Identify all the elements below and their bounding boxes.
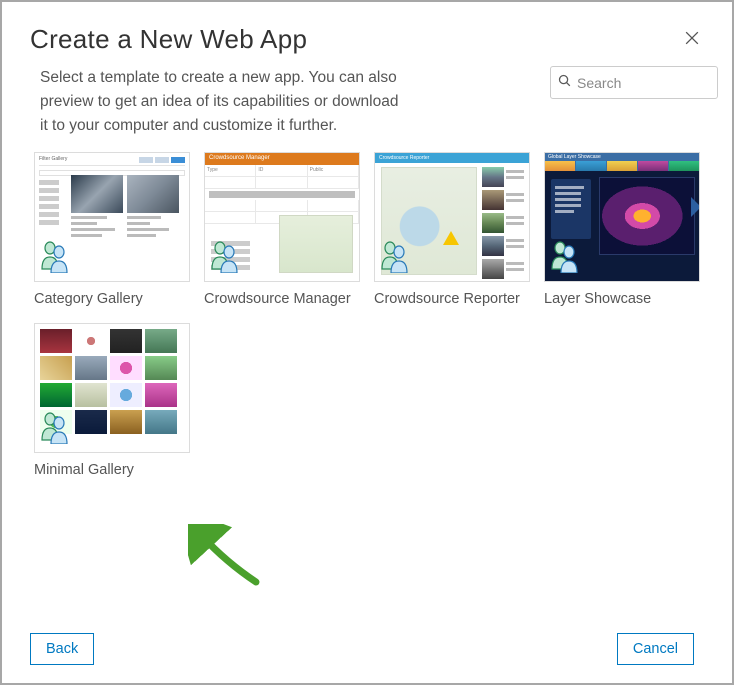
template-thumbnail: Crowdsource Reporter (374, 152, 530, 282)
cancel-button[interactable]: Cancel (617, 633, 694, 665)
template-card-layer-showcase[interactable]: Global Layer Showcase Laye (544, 152, 700, 309)
template-label: Minimal Gallery (34, 461, 190, 480)
search-text-field[interactable] (572, 74, 711, 92)
template-grid: Filter Gallery Category Gallery Crowdsou… (34, 152, 718, 480)
close-button[interactable] (680, 26, 704, 53)
intro-text: Select a template to create a new app. Y… (40, 66, 410, 138)
template-thumbnail (34, 323, 190, 453)
template-card-crowdsource-reporter[interactable]: Crowdsource Reporter Crowdsource Reporte… (374, 152, 530, 309)
group-icon (549, 239, 579, 278)
group-icon (379, 239, 409, 278)
group-icon (39, 239, 69, 278)
search-icon (557, 73, 572, 93)
back-button[interactable]: Back (30, 633, 94, 665)
template-card-category-gallery[interactable]: Filter Gallery Category Gallery (34, 152, 190, 309)
dialog-title: Create a New Web App (30, 24, 307, 55)
template-card-minimal-gallery[interactable]: Minimal Gallery (34, 323, 190, 480)
template-label: Crowdsource Reporter (374, 290, 530, 309)
search-input[interactable] (550, 66, 718, 99)
template-label: Crowdsource Manager (204, 290, 360, 309)
dialog-footer: Back Cancel (2, 617, 714, 683)
template-card-crowdsource-manager[interactable]: Crowdsource Manager TypeIDPublic Crowdso… (204, 152, 360, 309)
template-thumbnail: Crowdsource Manager TypeIDPublic (204, 152, 360, 282)
group-icon (209, 239, 239, 278)
template-label: Layer Showcase (544, 290, 700, 309)
template-thumbnail: Global Layer Showcase (544, 152, 700, 282)
close-icon (682, 36, 702, 51)
group-icon (39, 410, 69, 449)
template-thumbnail: Filter Gallery (34, 152, 190, 282)
template-label: Category Gallery (34, 290, 190, 309)
template-scroll-area[interactable]: Select a template to create a new app. Y… (2, 58, 732, 683)
